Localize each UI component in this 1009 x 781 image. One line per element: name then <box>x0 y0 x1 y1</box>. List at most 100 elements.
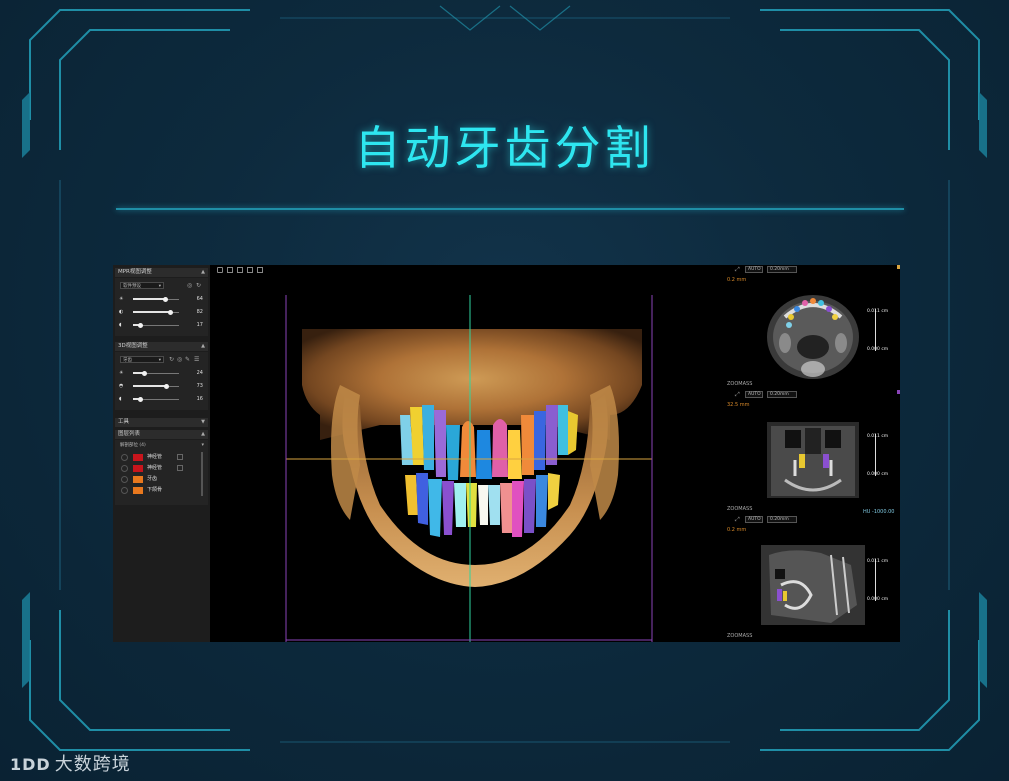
layer-options-icon[interactable] <box>177 465 183 471</box>
view3d-preset-dropdown[interactable]: 牙齿 ▾ <box>120 356 164 363</box>
layer-color-swatch[interactable] <box>133 454 143 461</box>
thickness-value: 0.20mm <box>770 392 789 397</box>
slider-fill <box>133 298 166 300</box>
layer-item[interactable]: 牙齿 <box>121 475 204 484</box>
view-label: ZOOMASS <box>727 633 753 639</box>
layers-group-label: 解剖部位 (4) <box>120 443 146 448</box>
slider-handle[interactable] <box>168 309 174 315</box>
layer-color-swatch[interactable] <box>133 476 143 483</box>
layer-item[interactable]: 下颌骨 <box>121 486 204 495</box>
eye-icon[interactable] <box>121 454 128 461</box>
expand-icon[interactable]: ⤢ <box>735 391 740 399</box>
zoom-value: AUTO <box>748 267 761 272</box>
thickness-dropdown[interactable]: 0.20mm <box>767 516 797 523</box>
layers-scrollbar[interactable] <box>201 452 203 496</box>
refresh-icon[interactable]: ↻ <box>169 356 174 363</box>
chevron-down-icon: ▾ <box>158 358 161 363</box>
view3d-section-header[interactable]: 3D视图调整 ▲ <box>115 342 208 351</box>
collapse-icon[interactable]: ▲ <box>201 342 205 351</box>
slider-handle[interactable] <box>164 383 170 389</box>
collapse-icon[interactable]: ▲ <box>201 430 205 439</box>
lower-teeth <box>405 473 560 537</box>
slice-position: 32.5 mm <box>727 402 750 408</box>
page-title: 自动牙齿分割 <box>354 121 655 175</box>
zoom-dropdown[interactable]: AUTO <box>745 266 763 273</box>
tools-section-header[interactable]: 工具 ▼ <box>115 418 208 427</box>
mpr-section-body: 软件预设 ▾ ◎ ↻ ☀ 64 ◐ 82 ◖ 17 <box>115 278 208 336</box>
eye-icon[interactable] <box>121 465 128 472</box>
coronal-view[interactable]: ⤢ AUTO 0.20mm 32.5 mm 0.011 cm 0.000 cm … <box>723 390 900 515</box>
expand-icon[interactable]: ⤢ <box>735 516 740 524</box>
tools-section-title: 工具 <box>118 419 130 425</box>
scale-bar <box>875 309 876 351</box>
expand-icon[interactable]: ▼ <box>201 418 205 427</box>
scale-bottom: 0.000 cm <box>867 347 889 352</box>
watermark-logo: 1DD <box>10 755 51 774</box>
layers-section-title: 图层列表 <box>118 431 141 437</box>
mpr-section-header[interactable]: MPR视图调整 ▲ <box>115 268 208 277</box>
scale-top: 0.011 cm <box>867 309 889 314</box>
layer-options-icon[interactable] <box>177 454 183 460</box>
thickness-dropdown[interactable]: 0.20mm <box>767 266 797 273</box>
layer-color-swatch[interactable] <box>133 487 143 494</box>
view-label: ZOOMASS <box>727 506 753 512</box>
app-screenshot: MPR视图调整 ▲ 软件预设 ▾ ◎ ↻ ☀ 64 ◐ 82 ◖ 17 3D视图… <box>113 265 900 642</box>
slider-handle[interactable] <box>138 322 144 328</box>
layer-item[interactable]: 神经管 <box>121 453 204 462</box>
slider-handle[interactable] <box>141 370 147 376</box>
menu-icon[interactable]: ☰ <box>194 356 199 363</box>
sagittal-slice-image <box>761 545 865 625</box>
mandible-ramus-right <box>590 385 619 520</box>
chevron-down-icon[interactable]: ▾ <box>201 442 204 448</box>
layer-item[interactable]: 神经管 <box>121 464 204 473</box>
thickness-dropdown[interactable]: 0.20mm <box>767 391 797 398</box>
view3d-gamma-slider[interactable]: ◖ 16 <box>119 395 207 403</box>
half-moon-icon: ◖ <box>119 396 122 402</box>
collapse-icon[interactable]: ▲ <box>201 268 205 277</box>
scale-bottom: 0.000 cm <box>867 597 889 602</box>
zoom-dropdown[interactable]: AUTO <box>745 516 763 523</box>
eye-icon[interactable] <box>121 487 128 494</box>
watermark-text: 大数跨境 <box>54 754 131 775</box>
layer-color-swatch[interactable] <box>133 465 143 472</box>
slider-value: 64 <box>196 296 203 302</box>
slice-position: 0.2 mm <box>727 527 747 533</box>
coronal-slice-image <box>767 422 859 498</box>
settings-icon[interactable]: ◎ <box>177 356 182 363</box>
view3d-brightness-slider[interactable]: ☀ 24 <box>119 369 207 377</box>
opacity-icon: ◓ <box>119 383 124 389</box>
view-color-tag <box>897 265 900 269</box>
pencil-icon[interactable]: ✎ <box>185 356 190 363</box>
view-color-tag <box>897 390 900 394</box>
mpr-gamma-slider[interactable]: ◖ 17 <box>119 321 207 329</box>
brightness-icon: ☀ <box>119 370 124 376</box>
eye-icon[interactable] <box>121 476 128 483</box>
sagittal-view[interactable]: ⤢ AUTO 0.20mm HU -1000.00 0.2 mm 0.011 c… <box>723 509 900 642</box>
scale-top: 0.011 cm <box>867 434 889 439</box>
layer-name: 神经管 <box>147 465 163 471</box>
zoom-dropdown[interactable]: AUTO <box>745 391 763 398</box>
watermark: 1DD 大数跨境 <box>10 750 131 776</box>
layers-section-body: 解剖部位 (4) ▾ 神经管 神经管 牙齿 下颌骨 <box>115 440 208 505</box>
3d-view-canvas[interactable] <box>210 265 723 642</box>
expand-icon[interactable]: ⤢ <box>735 266 740 274</box>
slider-value: 24 <box>196 370 203 376</box>
reset-icon[interactable]: ↻ <box>196 282 201 289</box>
layer-name: 下颌骨 <box>147 487 163 493</box>
mpr-contrast-slider[interactable]: ◐ 82 <box>119 308 207 316</box>
layer-name: 神经管 <box>147 454 163 460</box>
view-label: ZOOMASS <box>727 381 753 387</box>
settings-icon[interactable]: ◎ <box>187 282 192 289</box>
view3d-opacity-slider[interactable]: ◓ 73 <box>119 382 207 390</box>
slider-value: 73 <box>196 383 203 389</box>
axial-view[interactable]: ⤢ AUTO 0.20mm 0.2 mm 0.011 cm 0.000 cm Z… <box>723 265 900 390</box>
slice-position: 0.2 mm <box>727 277 747 283</box>
view3d-preset-value: 牙齿 <box>123 358 132 363</box>
axial-slice-image <box>767 295 859 379</box>
mpr-brightness-slider[interactable]: ☀ 64 <box>119 295 207 303</box>
slider-handle[interactable] <box>137 396 143 402</box>
layers-section-header[interactable]: 图层列表 ▲ <box>115 430 208 439</box>
slider-handle[interactable] <box>162 296 168 302</box>
scale-bottom: 0.000 cm <box>867 472 889 477</box>
mpr-preset-dropdown[interactable]: 软件预设 ▾ <box>120 282 164 289</box>
